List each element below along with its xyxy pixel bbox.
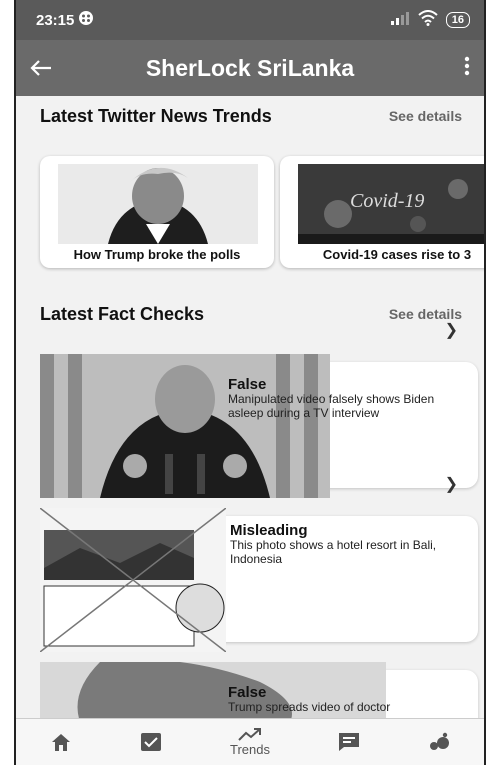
nav-fact-checks[interactable] xyxy=(140,732,162,752)
app-bar: SherLock SriLanka xyxy=(16,40,484,96)
trend-card[interactable]: Covid-19 Covid-19 cases rise to 3 xyxy=(280,156,484,268)
status-bar: 23:15 16 xyxy=(16,0,484,40)
check-box-icon xyxy=(141,733,161,751)
fact-description: This photo shows a hotel resort in Bali,… xyxy=(230,538,437,566)
fact-section-title: Latest Fact Checks xyxy=(40,303,205,324)
fact-image xyxy=(40,508,226,652)
fact-description: Trump spreads video of doctor xyxy=(228,700,391,714)
message-icon xyxy=(338,733,359,751)
overflow-menu-button[interactable] xyxy=(464,56,470,81)
wifi-icon xyxy=(418,10,438,30)
status-time: 23:15 xyxy=(36,11,75,29)
trend-caption: How Trump broke the polls xyxy=(73,247,241,262)
fact-text: False Trump spreads video of doctor xyxy=(228,684,458,714)
twitter-section-header: Latest Twitter News Trends See details xyxy=(16,96,484,136)
chevron-right-icon[interactable]: ❯ xyxy=(445,474,458,494)
chevron-right-icon[interactable]: ❯ xyxy=(445,320,458,340)
arrow-left-icon xyxy=(30,60,51,76)
fact-section-header: Latest Fact Checks See details xyxy=(16,294,484,334)
fact-image xyxy=(40,354,330,498)
nav-home[interactable] xyxy=(50,732,72,752)
twitter-trends-carousel[interactable]: How Trump broke the polls Covid-19 Covid… xyxy=(40,156,484,268)
fact-text: False Manipulated video falsely shows Bi… xyxy=(228,376,458,420)
nav-bubbles[interactable] xyxy=(428,732,450,752)
notification-icon xyxy=(78,10,94,30)
nav-trends-label: Trends xyxy=(230,741,270,757)
fact-verdict: False xyxy=(228,684,267,701)
trend-image-text: Covid-19 xyxy=(350,190,425,212)
content-scroll[interactable]: Latest Twitter News Trends See details H… xyxy=(16,96,484,719)
signal-icon xyxy=(390,11,410,29)
fact-verdict: Misleading xyxy=(230,522,308,539)
twitter-section-title: Latest Twitter News Trends xyxy=(40,105,272,126)
phone-frame: 23:15 16 SherLock SriLanka Latest Twitte… xyxy=(14,0,486,765)
trend-caption: Covid-19 cases rise to 3 xyxy=(322,247,472,262)
home-icon xyxy=(52,734,70,751)
fact-text: Misleading This photo shows a hotel reso… xyxy=(230,522,458,566)
battery-icon: 16 xyxy=(445,12,470,28)
bottom-navigation: Trends xyxy=(16,718,484,765)
fact-description: Manipulated video falsely shows Biden as… xyxy=(228,392,435,420)
nav-trends[interactable]: Trends xyxy=(230,727,270,757)
app-title: SherLock SriLanka xyxy=(145,54,355,81)
trending-up-icon xyxy=(238,727,261,741)
back-button[interactable] xyxy=(16,59,66,77)
fact-verdict: False xyxy=(228,376,267,393)
bubble-chart-icon xyxy=(429,732,449,750)
nav-messages[interactable] xyxy=(338,732,360,752)
trend-image xyxy=(58,164,258,244)
twitter-see-details-link[interactable]: See details xyxy=(389,108,462,124)
more-vert-icon xyxy=(464,56,470,75)
trend-card[interactable]: How Trump broke the polls xyxy=(40,156,274,268)
